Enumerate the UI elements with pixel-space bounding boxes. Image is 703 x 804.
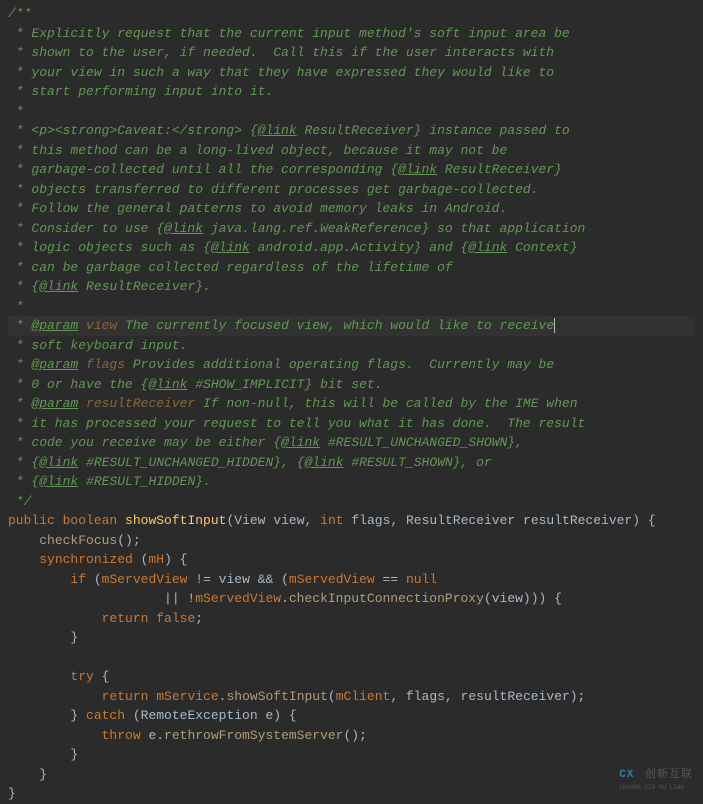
doc-line: * objects transferred to different proce… — [8, 180, 695, 200]
doc-line: * can be garbage collected regardless of… — [8, 258, 695, 278]
watermark-sub: CHUANG XIN HU LIAN — [619, 783, 693, 792]
code-line: throw e.rethrowFromSystemServer(); — [8, 726, 695, 746]
doc-param-line: * @param flags Provides additional opera… — [8, 355, 695, 375]
watermark-icon: CX — [619, 769, 634, 781]
doc-line: * 0 or have the {@link #SHOW_IMPLICIT} b… — [8, 375, 695, 395]
code-line — [8, 648, 695, 668]
code-line: if (mServedView != view && (mServedView … — [8, 570, 695, 590]
doc-line: * it has processed your request to tell … — [8, 414, 695, 434]
doc-line: * code you receive may be either {@link … — [8, 433, 695, 453]
doc-param-line: * @param resultReceiver If non-null, thi… — [8, 394, 695, 414]
doc-line: * logic objects such as {@link android.a… — [8, 238, 695, 258]
watermark: CX 创新互联 CHUANG XIN HU LIAN — [619, 767, 693, 793]
doc-line: * this method can be a long-lived object… — [8, 141, 695, 161]
doc-line: * shown to the user, if needed. Call thi… — [8, 43, 695, 63]
code-line: } — [8, 765, 695, 785]
method-signature: public boolean showSoftInput(View view, … — [8, 511, 695, 531]
code-line: } — [8, 745, 695, 765]
doc-line: * soft keyboard input. — [8, 336, 695, 356]
doc-line: * garbage-collected until all the corres… — [8, 160, 695, 180]
code-line: } catch (RemoteException e) { — [8, 706, 695, 726]
doc-line: * — [8, 102, 695, 122]
code-line: return mService.showSoftInput(mClient, f… — [8, 687, 695, 707]
code-editor[interactable]: /** * Explicitly request that the curren… — [8, 4, 695, 804]
doc-line: * Explicitly request that the current in… — [8, 24, 695, 44]
doc-line: * {@link #RESULT_HIDDEN}. — [8, 472, 695, 492]
code-line: synchronized (mH) { — [8, 550, 695, 570]
doc-line: * {@link ResultReceiver}. — [8, 277, 695, 297]
doc-line: * your view in such a way that they have… — [8, 63, 695, 83]
code-line: checkFocus(); — [8, 531, 695, 551]
watermark-text: 创新互联 — [645, 769, 693, 781]
doc-line: * — [8, 297, 695, 317]
doc-close: */ — [8, 492, 695, 512]
doc-open: /** — [8, 4, 695, 24]
code-line: } — [8, 628, 695, 648]
code-line: return false; — [8, 609, 695, 629]
doc-line: * start performing input into it. — [8, 82, 695, 102]
code-line: } — [8, 784, 695, 804]
doc-line: * Consider to use {@link java.lang.ref.W… — [8, 219, 695, 239]
doc-line: * {@link #RESULT_UNCHANGED_HIDDEN}, {@li… — [8, 453, 695, 473]
code-line: || !mServedView.checkInputConnectionProx… — [8, 589, 695, 609]
doc-line: * <p><strong>Caveat:</strong> {@link Res… — [8, 121, 695, 141]
doc-param-line-highlighted: * @param view The currently focused view… — [8, 316, 695, 336]
doc-line: * Follow the general patterns to avoid m… — [8, 199, 695, 219]
code-line: try { — [8, 667, 695, 687]
